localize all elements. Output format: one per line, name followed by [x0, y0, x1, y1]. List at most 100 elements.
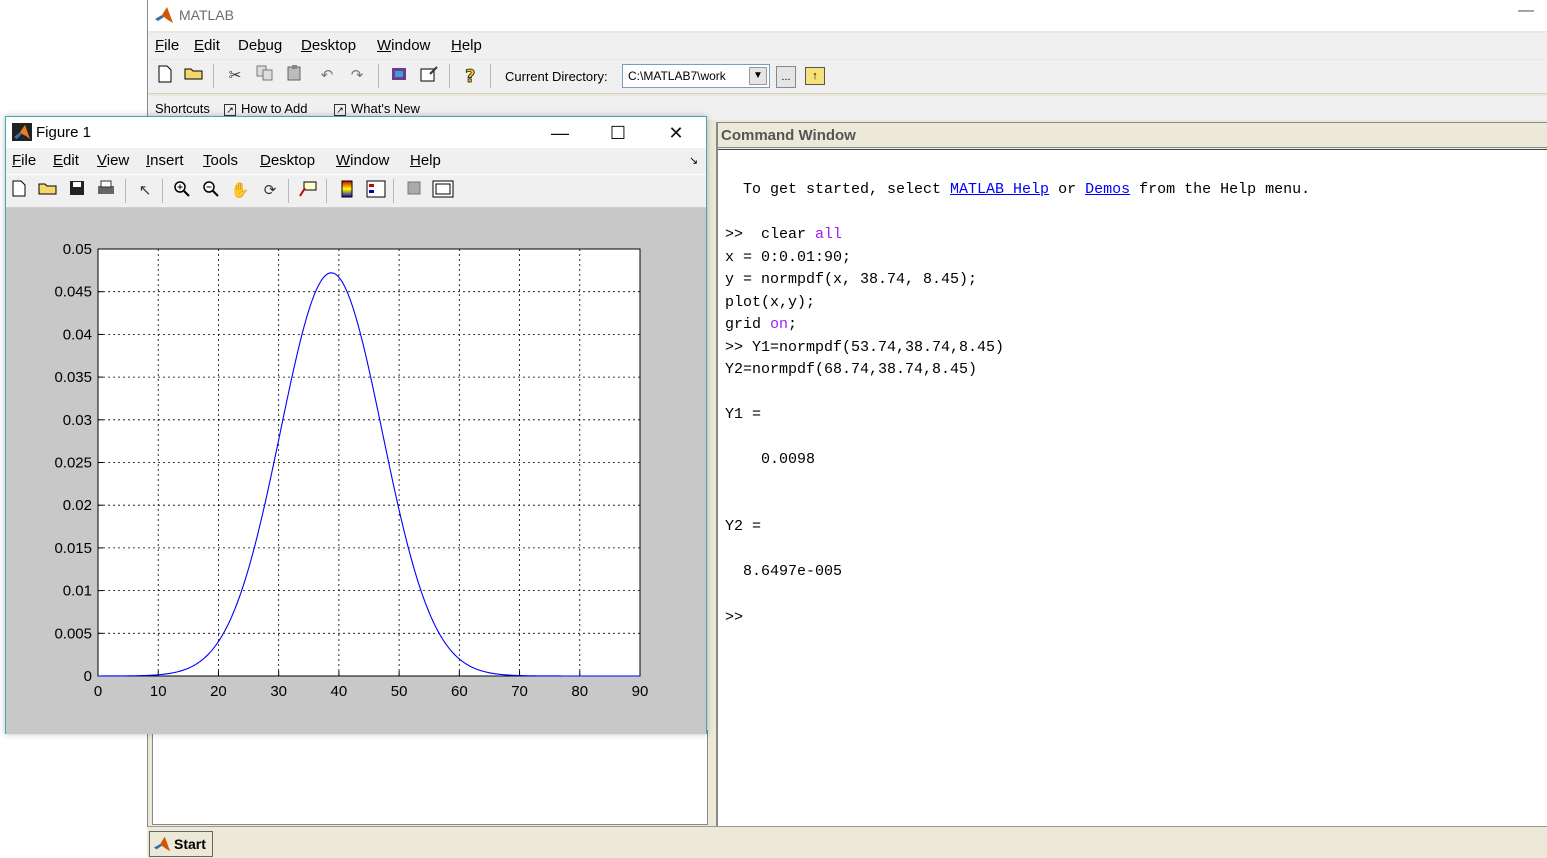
figure-menu-file[interactable]: File — [12, 152, 36, 169]
pan-hand-icon[interactable]: ✋ — [229, 180, 251, 202]
figure-canvas[interactable]: 0 10 20 30 40 50 60 70 80 90 0 0.005 0.01 0.015 0.02 0.… — [6, 208, 706, 734]
matlab-menu-edit[interactable]: Edit — [194, 37, 220, 54]
redo-icon[interactable]: ↷ — [346, 65, 368, 87]
figure-menu-desktop[interactable]: Desktop — [260, 152, 315, 169]
y-tick-label: 0.005 — [54, 625, 92, 642]
dock-icon[interactable]: ↘ — [689, 154, 698, 167]
matlab-menu-help[interactable]: Help — [451, 37, 482, 54]
y2-value: 8.6497e-005 — [725, 563, 843, 580]
command-window-header[interactable]: Command Window — [718, 122, 1547, 148]
shortcut-arrow-icon: ↗ — [224, 104, 236, 116]
command-line: >> Y1=normpdf(53.74,38.74,8.45) — [725, 338, 1005, 356]
command-line: x = 0:0.01:90; — [725, 248, 852, 266]
maximize-button[interactable]: ☐ — [595, 120, 641, 146]
matlab-figure-icon — [12, 123, 32, 141]
save-icon[interactable] — [66, 180, 88, 202]
matlab-help-link[interactable]: MATLAB Help — [950, 181, 1049, 198]
y-tick-label: 0.015 — [54, 540, 92, 557]
y1-value: 0.0098 — [725, 451, 816, 468]
figure-menu-view[interactable]: View — [97, 152, 129, 169]
y-tick-label: 0.02 — [63, 497, 92, 514]
y-tick-label: 0.04 — [63, 326, 92, 343]
cut-icon[interactable]: ✂ — [224, 65, 246, 87]
y-tick-label: 0.035 — [54, 369, 92, 386]
x-tick-label: 10 — [150, 683, 167, 700]
new-figure-icon[interactable] — [8, 180, 30, 202]
figure-menu-edit[interactable]: Edit — [53, 152, 79, 169]
command-prompt[interactable]: >> — [725, 609, 743, 626]
demos-link[interactable]: Demos — [1085, 181, 1130, 198]
select-arrow-icon[interactable]: ↖ — [134, 180, 156, 202]
show-plot-tools-icon[interactable] — [432, 180, 454, 202]
help-icon[interactable]: ? — [460, 65, 482, 88]
start-label: Start — [174, 836, 206, 852]
x-tick-label: 50 — [391, 683, 408, 700]
left-panel-content[interactable] — [152, 730, 708, 825]
shortcut-whats-new[interactable]: ↗ What's New — [334, 101, 420, 116]
figure-menu-insert[interactable]: Insert — [146, 152, 184, 169]
matlab-titlebar[interactable]: MATLAB — — [148, 0, 1547, 31]
shortcut-how-to-add[interactable]: ↗ How to Add — [224, 101, 308, 116]
matlab-menubar: File Edit Debug Desktop Window Help — [148, 33, 1547, 59]
guide-icon[interactable] — [418, 65, 440, 87]
x-tick-label: 90 — [632, 683, 649, 700]
open-file-icon[interactable] — [37, 180, 59, 202]
command-line: >> clear all — [725, 226, 843, 243]
hide-plot-tools-icon[interactable] — [403, 180, 425, 202]
new-file-icon[interactable] — [154, 65, 176, 87]
y-tick-label: 0.05 — [63, 241, 92, 258]
colorbar-icon[interactable] — [336, 180, 358, 202]
y-tick-label: 0.045 — [54, 284, 92, 301]
copy-icon[interactable] — [254, 65, 276, 87]
start-button[interactable]: Start — [149, 831, 213, 857]
shortcut-arrow-icon: ↗ — [334, 104, 346, 116]
up-directory-icon[interactable]: ↑ — [805, 67, 825, 85]
matlab-window-title: MATLAB — [179, 7, 234, 23]
y-tick-label: 0.03 — [63, 412, 92, 429]
plot-axes[interactable]: 0 10 20 30 40 50 60 70 80 90 0 0.005 0.01 0.015 0.02 0.… — [6, 208, 706, 734]
y-tick-label: 0.01 — [63, 583, 92, 600]
figure-toolbar: ↖ ✋ ⟳ — [6, 175, 706, 208]
matlab-menu-window[interactable]: Window — [377, 37, 430, 54]
x-tick-label: 70 — [511, 683, 528, 700]
print-icon[interactable] — [95, 180, 117, 202]
matlab-logo-icon — [155, 7, 173, 23]
figure-menu-tools[interactable]: Tools — [203, 152, 238, 169]
chevron-down-icon[interactable]: ▼ — [749, 67, 767, 85]
matlab-minimize-button[interactable]: — — [1518, 2, 1534, 20]
intro-line: To get started, select MATLAB Help or De… — [725, 181, 1311, 198]
close-button[interactable]: ✕ — [653, 120, 699, 146]
y-tick-label: 0 — [84, 668, 92, 685]
svg-text:?: ? — [465, 66, 475, 85]
browse-directory-button[interactable]: ... — [776, 66, 796, 88]
minimize-button[interactable]: — — [537, 120, 583, 146]
command-window-title: Command Window — [721, 127, 856, 144]
x-tick-label: 0 — [94, 683, 102, 700]
figure-title: Figure 1 — [36, 124, 92, 141]
legend-icon[interactable] — [365, 180, 387, 202]
matlab-menu-desktop[interactable]: Desktop — [301, 37, 356, 54]
y2-label: Y2 = — [725, 518, 762, 535]
matlab-logo-icon — [153, 836, 171, 852]
rotate-3d-icon[interactable]: ⟳ — [259, 180, 281, 202]
undo-icon[interactable]: ↶ — [316, 65, 338, 87]
x-tick-label: 80 — [571, 683, 588, 700]
y-tick-label: 0.025 — [54, 455, 92, 472]
figure-menu-window[interactable]: Window — [336, 152, 389, 169]
simulink-icon[interactable] — [388, 65, 410, 87]
zoom-in-icon[interactable] — [171, 180, 193, 202]
y1-label: Y1 = — [725, 406, 762, 423]
zoom-out-icon[interactable] — [200, 180, 222, 202]
command-window-body[interactable]: To get started, select MATLAB Help or De… — [718, 149, 1547, 827]
data-cursor-icon[interactable] — [297, 180, 319, 202]
matlab-menu-file[interactable]: File — [155, 37, 179, 54]
figure-titlebar[interactable]: Figure 1 — ☐ ✕ — [6, 117, 706, 148]
figure-menubar: File Edit View Insert Tools Desktop Window Help… — [6, 148, 706, 174]
figure-window: Figure 1 — ☐ ✕ File Edit View Insert Tools De… — [5, 116, 707, 734]
command-window-panel: Command Window To get started, select MA… — [716, 122, 1547, 828]
open-folder-icon[interactable] — [183, 65, 205, 87]
matlab-menu-debug[interactable]: Debug — [238, 37, 282, 54]
paste-icon[interactable] — [284, 65, 306, 87]
current-directory-dropdown[interactable]: C:\MATLAB7\work ▼ — [622, 64, 770, 88]
figure-menu-help[interactable]: Help — [410, 152, 441, 169]
